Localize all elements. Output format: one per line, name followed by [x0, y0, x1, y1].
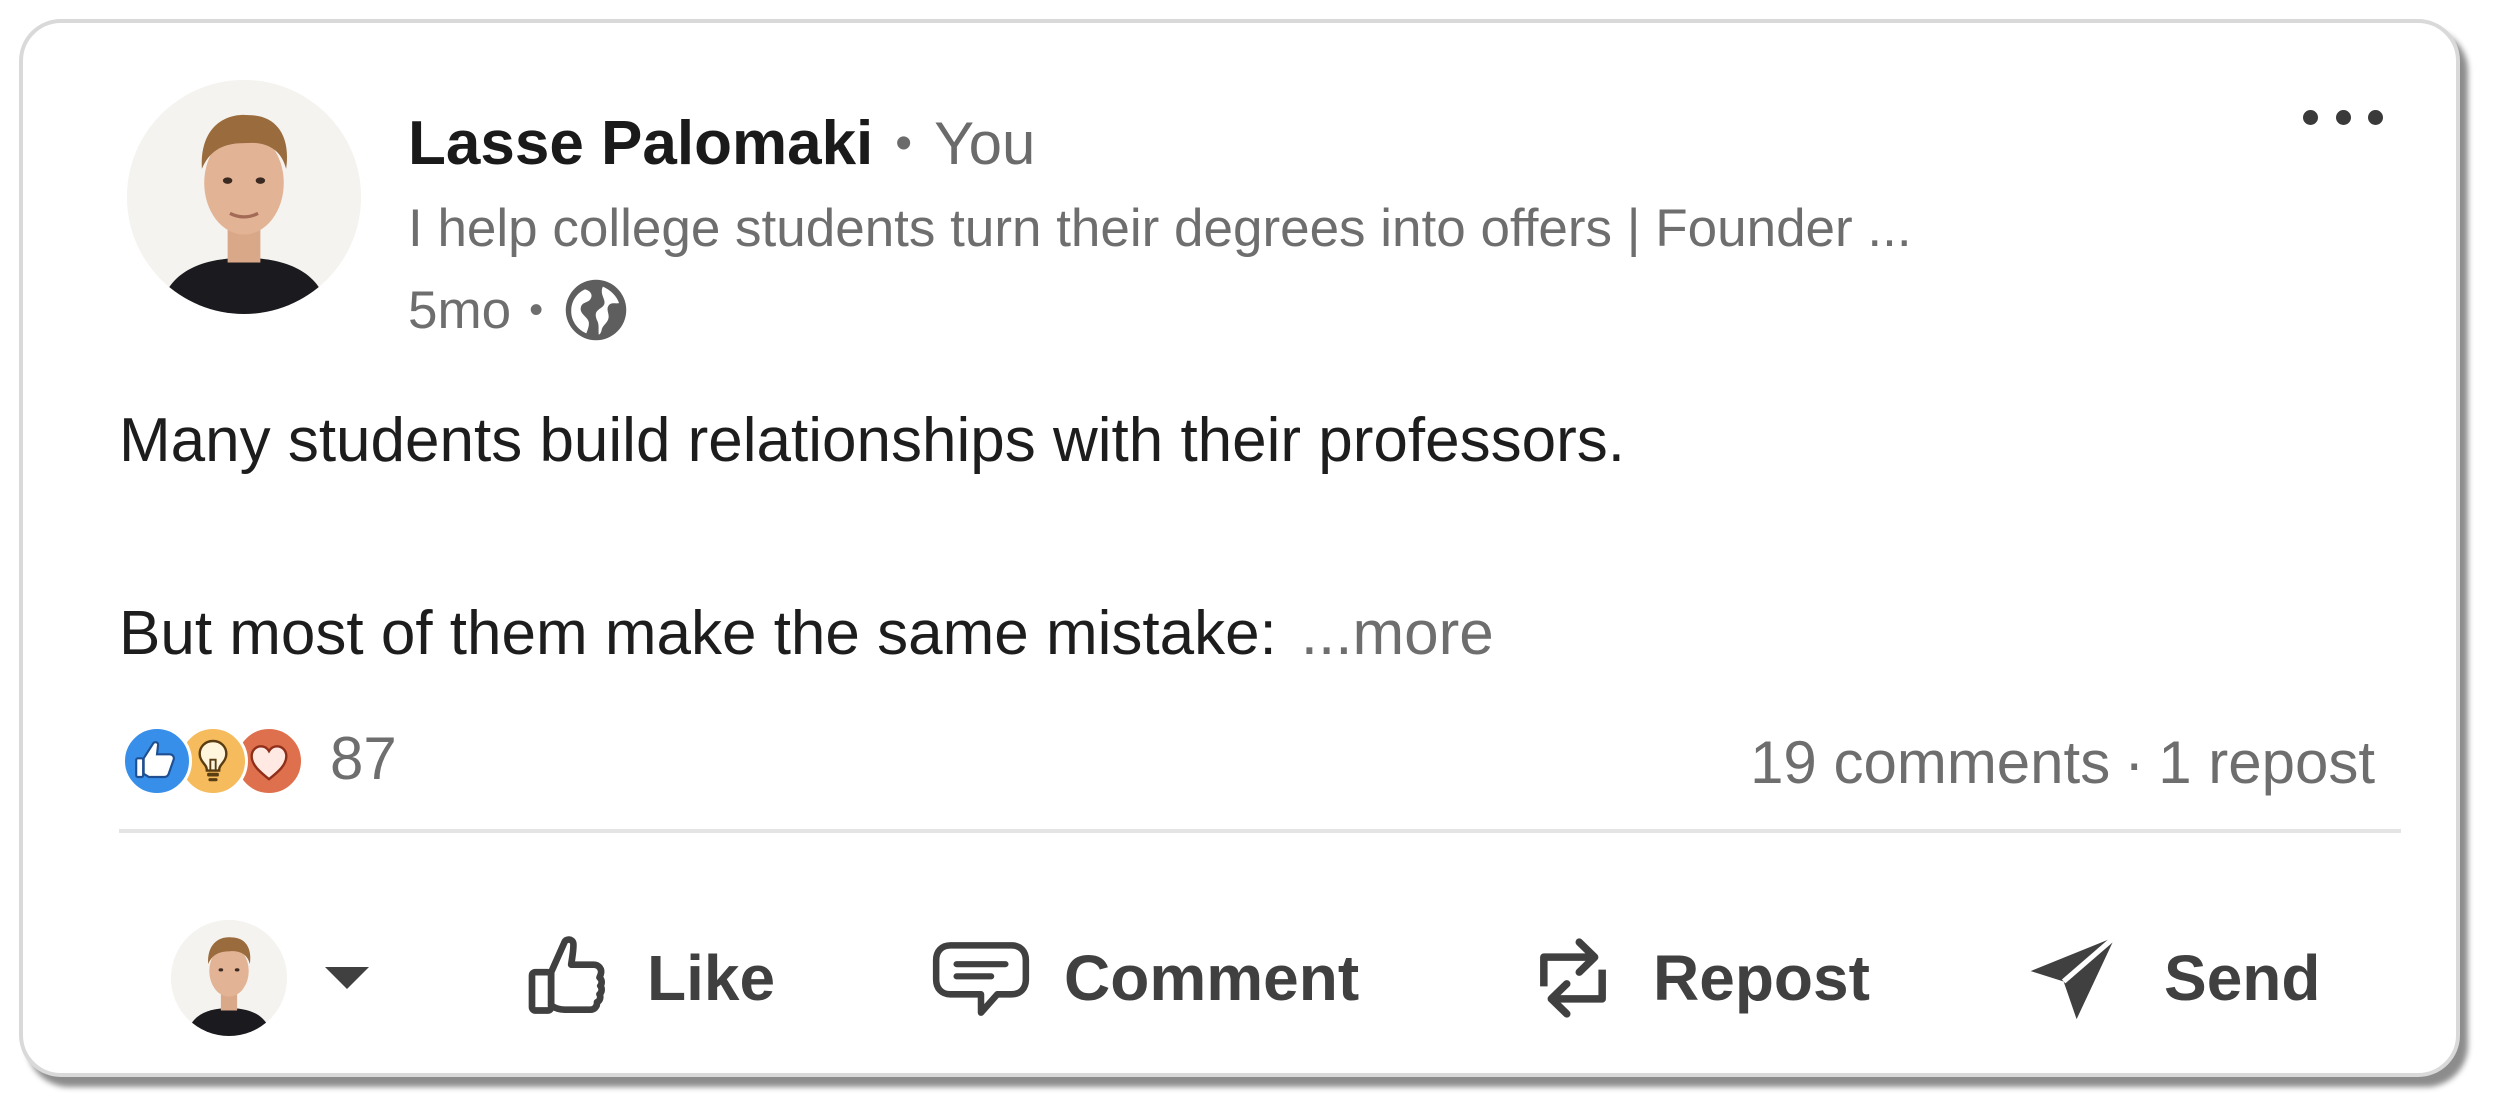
- comment-label: Comment: [1064, 942, 1360, 1014]
- author-avatar[interactable]: [127, 80, 361, 314]
- comments-count-link[interactable]: 19 comments: [1750, 729, 2110, 796]
- send-label: Send: [2164, 942, 2321, 1014]
- post-text-line-1: Many students build relationships with t…: [119, 406, 1625, 475]
- more-options-icon: [2368, 109, 2383, 125]
- more-options-icon: [2335, 109, 2351, 125]
- reposts-count-link[interactable]: 1 repost: [2158, 729, 2375, 796]
- engagement-counts: 19 comments · 1 repost: [1750, 728, 2375, 797]
- author-relation: You: [934, 109, 1036, 177]
- repost-icon: [1540, 938, 1606, 1018]
- repost-label: Repost: [1653, 942, 1870, 1014]
- like-label: Like: [647, 942, 776, 1014]
- comment-icon: [932, 942, 1030, 1016]
- see-more-link[interactable]: ...more: [1301, 599, 1494, 668]
- counts-separator: ·: [2124, 729, 2145, 796]
- profile-photo-icon: [171, 920, 287, 1036]
- reaction-count: 87: [330, 724, 397, 792]
- more-options-icon: [2303, 109, 2318, 125]
- author-name[interactable]: Lasse Palomaki: [408, 108, 873, 179]
- caret-down-icon: [325, 967, 369, 989]
- meta-separator: •: [529, 287, 544, 332]
- author-line: Lasse Palomaki • You: [408, 103, 1035, 183]
- more-options-button[interactable]: [2303, 99, 2383, 135]
- like-button[interactable]: Like: [517, 918, 775, 1038]
- post-text-line-2-text: But most of them make the same mistake:: [119, 599, 1277, 668]
- react-as-selector[interactable]: [171, 918, 369, 1038]
- globe-icon: [565, 279, 627, 341]
- post-age: 5mo: [408, 280, 512, 340]
- actions-divider: [119, 829, 2401, 833]
- reactions-summary[interactable]: 87: [122, 719, 397, 797]
- send-icon: [2030, 934, 2117, 1020]
- thumbs-up-icon: [528, 936, 605, 1014]
- repost-button[interactable]: Repost: [1523, 918, 1870, 1038]
- author-separator: •: [895, 116, 913, 170]
- post-meta: 5mo •: [408, 275, 629, 345]
- like-reaction-icon: [122, 726, 192, 796]
- reaction-icons: [122, 722, 318, 796]
- post-card: Lasse Palomaki • You I help college stud…: [19, 19, 2460, 1077]
- post-text-line-2: But most of them make the same mistake:.…: [119, 598, 1494, 669]
- viewer-avatar: [171, 920, 287, 1036]
- send-button[interactable]: Send: [2022, 918, 2320, 1038]
- profile-photo-icon: [127, 80, 361, 314]
- comment-button[interactable]: Comment: [928, 918, 1359, 1038]
- author-headline: I help college students turn their degre…: [408, 199, 1912, 258]
